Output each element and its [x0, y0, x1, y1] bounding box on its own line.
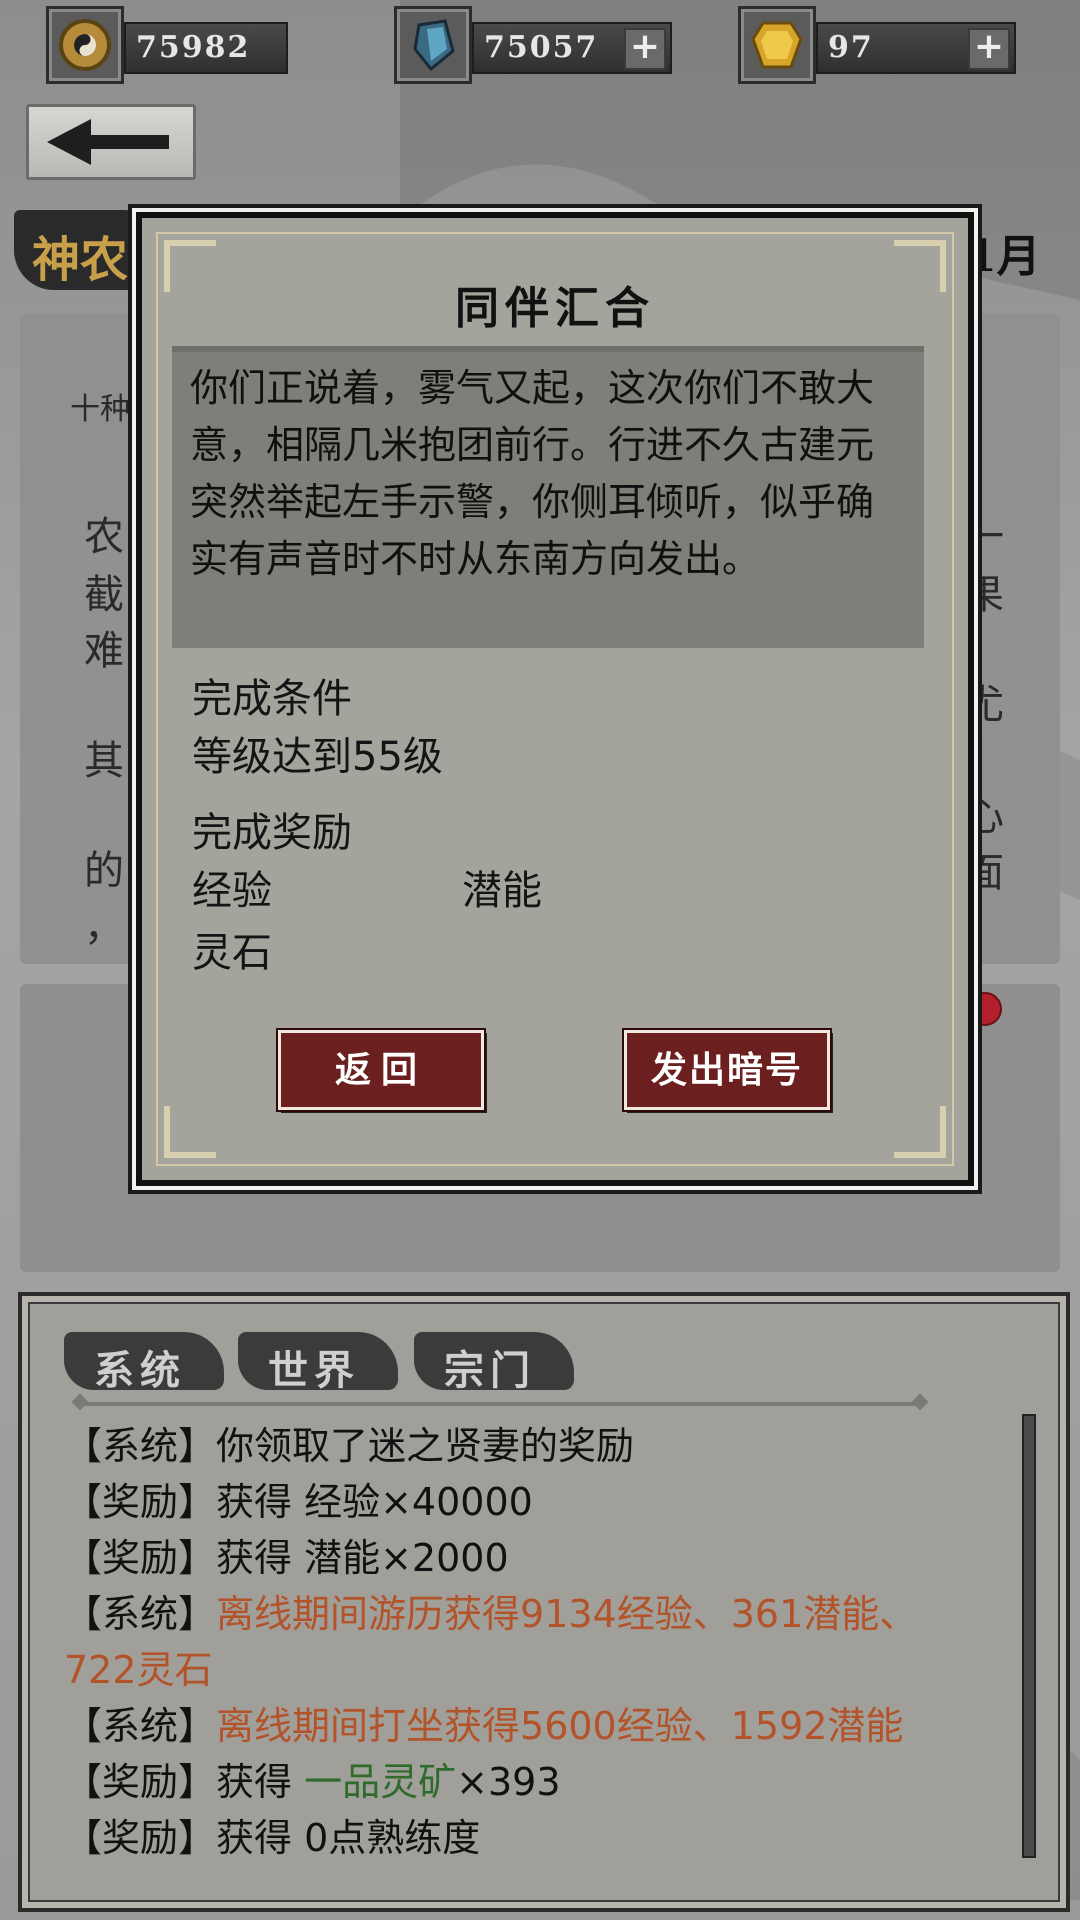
dialog-title: 同伴汇合 — [455, 283, 655, 334]
bg-fragment: 难 — [84, 628, 124, 674]
chat-tag: 【系统】 — [64, 1592, 217, 1636]
reward-stone: 灵石 — [192, 930, 272, 976]
bg-fragment: 其 — [84, 738, 124, 784]
chat-line: 【系统】离线期间游历获得9134经验、361潜能、722灵石 — [64, 1586, 984, 1698]
chat-text: ×393 — [456, 1760, 561, 1804]
chat-line: 【系统】离线期间打坐获得5600经验、1592潜能 — [64, 1698, 984, 1754]
month-label: 1月 — [966, 231, 1041, 282]
chat-tag: 【系统】 — [64, 1704, 217, 1748]
chat-tag: 【奖励】 — [64, 1816, 217, 1860]
chat-tag: 【奖励】 — [64, 1480, 217, 1524]
chat-line: 【系统】你领取了迷之贤妻的奖励 — [64, 1418, 984, 1474]
chat-scrollbar[interactable] — [1022, 1414, 1036, 1858]
tab-system[interactable]: 系统 — [64, 1332, 224, 1394]
chat-text: 离线期间打坐获得5600经验、1592潜能 — [216, 1704, 904, 1748]
chat-text: 获得 潜能×2000 — [216, 1536, 509, 1580]
condition-label: 完成条件 — [192, 676, 352, 722]
crystal-value: 75057 — [484, 30, 599, 65]
page-title-brush: 神农 — [14, 210, 154, 290]
tab-world[interactable]: 世界 — [238, 1332, 398, 1394]
story-text: 你们正说着，雾气又起，这次你们不敢大意，相隔几米抱团前行。行进不久古建元突然举起… — [190, 366, 875, 581]
bg-fragment: 十种 — [70, 392, 130, 427]
send-signal-button[interactable]: 发出暗号 — [622, 1028, 832, 1112]
chat-text: 获得 — [216, 1760, 305, 1804]
reward-exp: 经验 — [192, 868, 272, 914]
bg-fragment: 农 — [84, 514, 124, 560]
blue-crystal-icon — [394, 6, 472, 84]
quest-dialog: 同伴汇合 你们正说着，雾气又起，这次你们不敢大意，相隔几米抱团前行。行进不久古建… — [136, 212, 974, 1186]
coin-value: 75982 — [136, 30, 251, 65]
tab-sect[interactable]: 宗门 — [414, 1332, 574, 1394]
reward-label: 完成奖励 — [192, 810, 352, 856]
tab-system-label: 系统 — [94, 1347, 186, 1394]
chat-text: 你领取了迷之贤妻的奖励 — [216, 1424, 635, 1468]
gold-gem-icon — [738, 6, 816, 84]
chat-tag: 【奖励】 — [64, 1536, 217, 1580]
chat-item-name: 一品灵矿 — [304, 1760, 457, 1804]
story-box: 你们正说着，雾气又起，这次你们不敢大意，相隔几米抱团前行。行进不久古建元突然举起… — [172, 346, 924, 648]
resource-gem: 97 + — [738, 6, 1018, 84]
chat-tag: 【奖励】 — [64, 1760, 217, 1804]
chat-panel: 系统 世界 宗门 【系统】你领取了迷之贤妻的奖励 【奖励】获得 经验×40000… — [18, 1292, 1070, 1912]
page-title: 神农 — [32, 232, 129, 288]
chat-log: 【系统】你领取了迷之贤妻的奖励 【奖励】获得 经验×40000 【奖励】获得 潜… — [64, 1418, 984, 1866]
reward-potential: 潜能 — [462, 868, 542, 914]
resource-coin: 75982 — [46, 6, 288, 84]
left-arrow-icon — [47, 119, 169, 165]
chat-line: 【奖励】获得 0点熟练度 — [64, 1810, 984, 1866]
chat-line: 【奖励】获得 经验×40000 — [64, 1474, 984, 1530]
tab-sect-label: 宗门 — [444, 1347, 536, 1394]
tab-world-label: 世界 — [268, 1347, 360, 1394]
chat-tag: 【系统】 — [64, 1424, 217, 1468]
ornament-corner — [894, 1106, 946, 1158]
return-button[interactable]: 返回 — [276, 1028, 486, 1112]
back-arrow-button[interactable] — [26, 104, 196, 180]
chat-line: 【奖励】获得 一品灵矿×393 — [64, 1754, 984, 1810]
add-gem-button[interactable]: + — [968, 28, 1010, 70]
chat-divider — [80, 1402, 920, 1406]
bg-fragment: 的 — [84, 848, 124, 894]
add-crystal-button[interactable]: + — [624, 28, 666, 70]
ornament-corner — [164, 1106, 216, 1158]
bg-fragment: ， — [84, 904, 124, 950]
condition-value: 等级达到55级 — [192, 734, 443, 780]
gem-value: 97 — [828, 30, 874, 65]
bg-fragment: 截 — [84, 572, 124, 618]
yin-yang-coin-icon — [46, 6, 124, 84]
chat-line: 【奖励】获得 潜能×2000 — [64, 1530, 984, 1586]
chat-text: 获得 经验×40000 — [216, 1480, 533, 1524]
resource-crystal: 75057 + — [394, 6, 674, 84]
chat-text: 获得 0点熟练度 — [216, 1816, 481, 1860]
